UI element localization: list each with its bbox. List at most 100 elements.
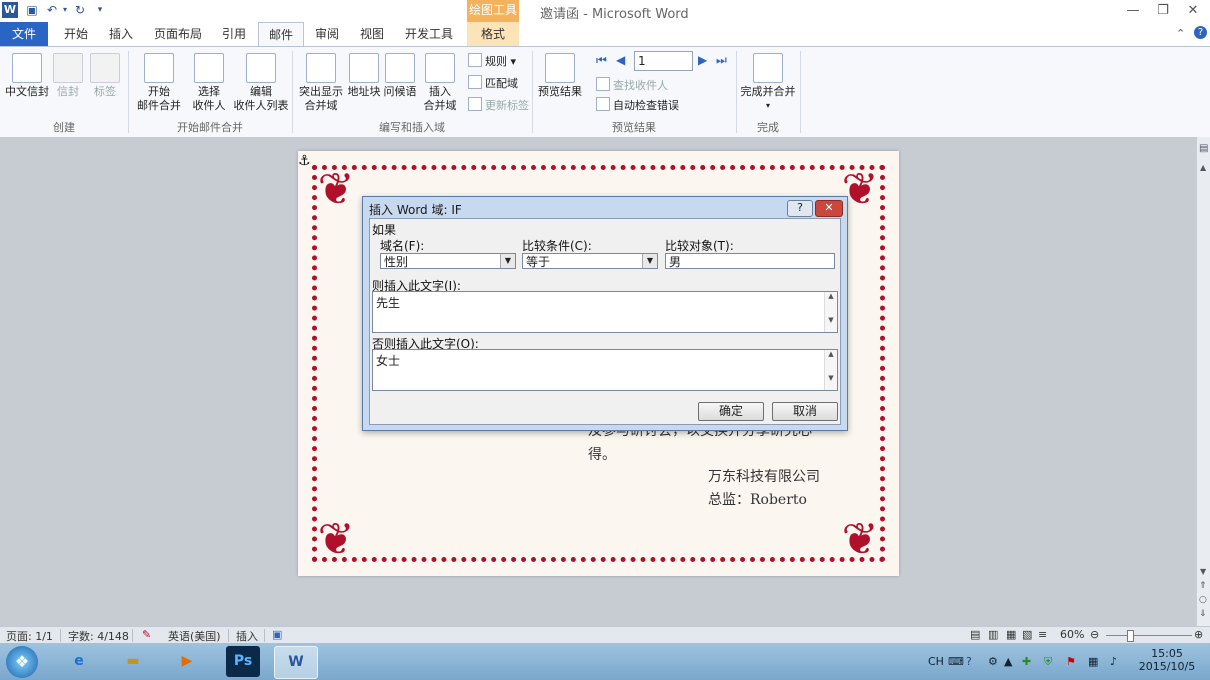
tab-mailings[interactable]: 邮件 [258,22,304,46]
language-indicator[interactable]: 英语(美国) [168,628,221,644]
preview-results-button[interactable]: 预览结果 [536,53,584,99]
minimize-ribbon-icon[interactable]: ⌃ [1176,27,1185,40]
help-icon[interactable]: ? [966,655,972,668]
file-explorer-icon[interactable]: ▬ [112,646,154,677]
anchor-icon[interactable]: ⚓ [298,153,311,169]
highlight-merge-fields-button[interactable]: 突出显示 合并域 [296,53,346,113]
tab-developer[interactable]: 开发工具 [398,22,460,46]
full-screen-reading-icon[interactable]: ▥ [988,628,998,641]
finish-merge-button[interactable]: 完成并合并 ▾ [740,53,796,113]
chevron-down-icon[interactable]: ▼ [642,254,657,268]
tab-insert[interactable]: 插入 [102,22,140,46]
record-number-input[interactable]: 1 [634,51,693,71]
settings-icon[interactable]: ⚙ [988,655,998,668]
vertical-scrollbar[interactable]: ▤ ▲ ▼ ⇑ ○ ⇓ [1196,137,1210,626]
proofing-icon[interactable]: ✎ [142,628,151,641]
security-shield-icon[interactable]: ✚ [1022,655,1031,668]
page-count[interactable]: 页面: 1/1 [6,628,53,644]
auto-check-errors-button[interactable]: 自动检查错误 [596,97,679,113]
shield-icon[interactable]: ⛨ [1044,655,1052,669]
dialog-help-button[interactable]: ? [787,200,813,217]
insert-mode-indicator[interactable]: 插入 [236,628,258,644]
tab-file[interactable]: 文件 [0,22,48,46]
chinese-envelope-button[interactable]: 中文信封 [4,53,50,99]
match-fields-button[interactable]: 匹配域 [468,75,518,91]
previous-page-icon[interactable]: ⇑ [1199,581,1207,591]
macro-recording-icon[interactable]: ▣ [272,628,282,641]
start-button[interactable]: ❖ [6,646,38,678]
company-name[interactable]: 万东科技有限公司 [708,466,820,486]
ruler-toggle-icon[interactable]: ▤ [1199,143,1208,154]
dialog-close-icon[interactable]: ✕ [815,200,843,217]
redo-icon[interactable]: ↻ [72,2,88,18]
word-count[interactable]: 字数: 4/148 [68,628,129,644]
save-icon[interactable]: ▣ [24,2,40,18]
labels-button[interactable]: 标签 [88,53,122,99]
insert-merge-field-button[interactable]: 插入 合并域 [420,53,460,113]
undo-dropdown-icon[interactable]: ▾ [60,2,70,18]
update-labels-button[interactable]: 更新标签 [468,97,529,113]
word-taskbar-icon[interactable]: W [274,646,318,679]
clock[interactable]: 15:05 2015/10/5 [1136,647,1198,673]
ime-indicator[interactable]: CH [928,655,944,668]
volume-icon[interactable]: ♪ [1110,655,1117,668]
compare-to-input[interactable]: 男 [665,253,835,269]
address-block-button[interactable]: 地址块 [346,53,382,99]
next-record-icon[interactable]: ▶ [698,53,707,67]
print-layout-view-icon[interactable]: ▤ [970,628,980,641]
tab-view[interactable]: 视图 [352,22,392,46]
browse-object-icon[interactable]: ○ [1199,595,1207,605]
tab-format[interactable]: 格式 [467,22,519,46]
envelopes-button[interactable]: 信封 [52,53,84,99]
zoom-slider-handle[interactable] [1127,630,1134,642]
director-signature[interactable]: 总监：Roberto [708,489,807,509]
scroll-down-icon[interactable]: ▼ [1200,567,1206,576]
customize-quick-access-icon[interactable]: ▾ [92,2,108,18]
comparison-select[interactable]: 等于 ▼ [522,253,658,269]
zoom-level[interactable]: 60% [1060,628,1084,641]
greeting-line-button[interactable]: 问候语 [382,53,418,99]
minimize-icon[interactable]: — [1120,2,1146,20]
network-icon[interactable]: ▦ [1088,655,1098,668]
tab-references[interactable]: 引用 [214,22,254,46]
tab-page-layout[interactable]: 页面布局 [146,22,210,46]
help-icon[interactable]: ? [1194,26,1207,39]
document-text-line[interactable]: 得。 [588,444,616,464]
tab-review[interactable]: 审阅 [308,22,346,46]
restore-icon[interactable]: ❐ [1150,2,1176,20]
outline-view-icon[interactable]: ▧ [1022,628,1032,641]
ok-button[interactable]: 确定 [698,402,764,421]
start-mail-merge-button[interactable]: 开始 邮件合并 [132,53,186,113]
cancel-button[interactable]: 取消 [772,402,838,421]
zoom-out-icon[interactable]: ⊖ [1090,628,1099,641]
show-hidden-icons-icon[interactable]: ▲ [1004,655,1012,668]
scroll-up-icon[interactable]: ▲ [1200,163,1206,172]
flag-icon[interactable]: ⚑ [1066,655,1076,668]
find-recipient-button[interactable]: 查找收件人 [596,77,668,93]
zoom-slider[interactable] [1106,635,1192,636]
tab-home[interactable]: 开始 [56,22,96,46]
select-recipients-button[interactable]: 选择 收件人 [186,53,232,113]
media-player-icon[interactable]: ▶ [166,646,208,677]
textarea-scrollbar[interactable]: ▲ ▼ [824,292,837,332]
previous-record-icon[interactable]: ◀ [616,53,625,67]
draft-view-icon[interactable]: ≡ [1038,628,1047,641]
zoom-in-icon[interactable]: ⊕ [1194,628,1203,641]
close-icon[interactable]: ✕ [1180,2,1206,20]
chevron-down-icon[interactable]: ▼ [500,254,515,268]
internet-explorer-icon[interactable]: e [58,646,100,677]
rules-button[interactable]: 规则 ▾ [468,53,516,69]
next-page-icon[interactable]: ⇓ [1199,609,1207,619]
first-record-icon[interactable]: ⏮ [596,53,607,68]
insert-text-textarea[interactable]: 先生 ▲ ▼ [372,291,838,333]
word-app-icon[interactable]: W [2,2,18,18]
textarea-scrollbar[interactable]: ▲ ▼ [824,350,837,390]
photoshop-icon[interactable]: Ps [226,646,260,677]
web-layout-icon[interactable]: ▦ [1006,628,1016,641]
field-name-select[interactable]: 性别 ▼ [380,253,516,269]
otherwise-text-textarea[interactable]: 女士 ▲ ▼ [372,349,838,391]
undo-icon[interactable]: ↶ [44,2,60,18]
edit-recipient-list-button[interactable]: 编辑 收件人列表 [232,53,290,113]
last-record-icon[interactable]: ⏭ [716,53,727,68]
keyboard-icon[interactable]: ⌨ [948,655,964,668]
